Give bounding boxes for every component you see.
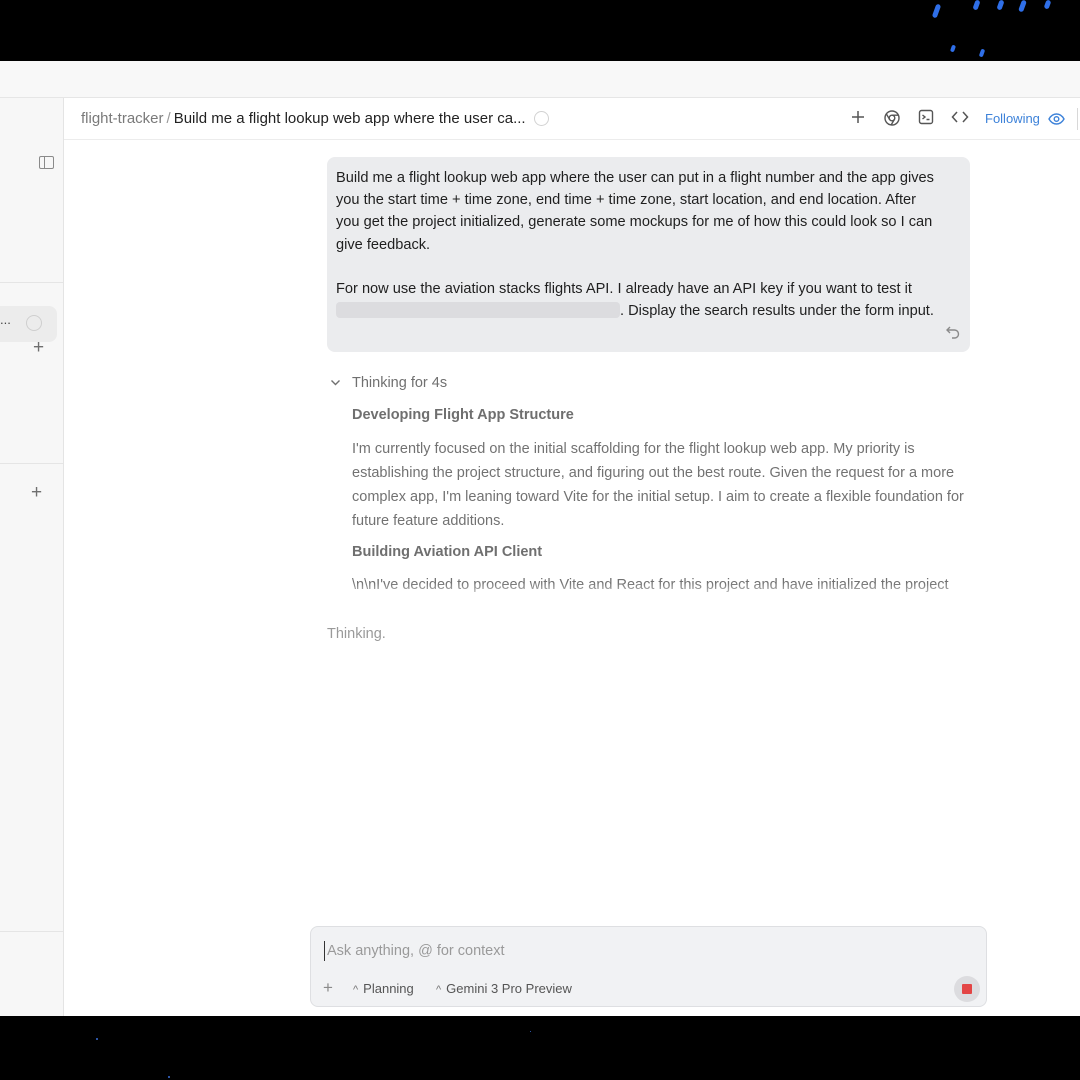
chrome-icon[interactable]: [882, 109, 902, 129]
mode-label: Planning: [363, 981, 414, 996]
stop-icon: [962, 984, 972, 994]
sidebar-item-label: ...: [0, 312, 11, 327]
thinking-toggle[interactable]: Thinking for 4s: [330, 375, 447, 391]
wallpaper-stroke: [996, 0, 1005, 11]
user-message-paragraph: Build me a flight lookup web app where t…: [336, 170, 934, 253]
thought-heading: Building Aviation API Client: [352, 544, 543, 560]
breadcrumb-separator: /: [166, 110, 171, 127]
undo-icon[interactable]: [945, 324, 961, 340]
wallpaper-stroke: [978, 48, 986, 58]
add-context-plus-icon[interactable]: +: [323, 979, 333, 996]
app-window: + ... + flight-tracker / Build me a flight…: [0, 61, 1080, 1016]
breadcrumb: flight-tracker / Build me a flight lookup …: [81, 110, 549, 127]
loading-spinner-icon: [533, 111, 549, 126]
sidebar-item-active-conversation[interactable]: ...: [0, 306, 57, 342]
wallpaper-dot: [530, 1031, 531, 1032]
redacted-api-key: [336, 302, 620, 319]
chat-input[interactable]: [324, 941, 884, 961]
wallpaper-dot: [168, 1076, 170, 1078]
conversation-title: Build me a flight lookup web app where t…: [173, 110, 526, 127]
wallpaper-dot: [96, 1038, 98, 1040]
user-message-bubble: Build me a flight lookup web app where t…: [327, 157, 970, 352]
user-message-paragraph: For now use the aviation stacks flights …: [336, 278, 940, 322]
header-divider: [1077, 108, 1078, 130]
thought-body: I'm currently focused on the initial sca…: [352, 441, 964, 529]
eye-icon: [1047, 112, 1065, 129]
model-selector[interactable]: ^ Gemini 3 Pro Preview: [436, 981, 572, 996]
sidebar: + ... +: [0, 98, 64, 1016]
plus-icon[interactable]: [848, 109, 868, 129]
thinking-label: Thinking for 4s: [352, 375, 448, 391]
thought-body-faded: \n\nI've decided to proceed with Vite an…: [352, 573, 968, 607]
model-label: Gemini 3 Pro Preview: [446, 981, 572, 996]
chevron-down-icon: [330, 375, 342, 391]
code-icon[interactable]: [950, 109, 970, 129]
chevron-up-icon: ^: [353, 984, 359, 996]
following-toggle[interactable]: Following: [985, 111, 1065, 129]
new-workspace-plus-icon[interactable]: +: [31, 483, 42, 502]
wallpaper-stroke: [972, 0, 981, 11]
sidebar-toggle-icon[interactable]: [39, 156, 54, 169]
loading-spinner-icon: [26, 315, 42, 331]
sidebar-divider: [0, 463, 63, 464]
thought-heading: Developing Flight App Structure: [352, 407, 574, 423]
sidebar-divider: [0, 282, 63, 283]
thinking-status: Thinking.: [327, 626, 386, 642]
chevron-up-icon: ^: [436, 984, 442, 996]
wallpaper-stroke: [931, 3, 942, 19]
user-message-text: . Display the search results under the f…: [620, 303, 934, 320]
wallpaper-stroke: [949, 44, 957, 53]
composer: + ^ Planning ^ Gemini 3 Pro Preview: [310, 926, 987, 1007]
mode-selector[interactable]: ^ Planning: [353, 981, 414, 996]
window-titlebar: [0, 61, 1080, 98]
breadcrumb-project[interactable]: flight-tracker: [81, 110, 164, 127]
following-label: Following: [985, 111, 1040, 126]
terminal-icon[interactable]: [916, 109, 936, 129]
thought-body: \n\nI've decided to proceed with Vite an…: [352, 577, 949, 607]
wallpaper-stroke: [1043, 0, 1052, 10]
sidebar-divider: [0, 931, 63, 932]
wallpaper-stroke: [1018, 0, 1027, 13]
user-message-text: For now use the aviation stacks flights …: [336, 280, 912, 297]
conversation-header: flight-tracker / Build me a flight lookup …: [64, 98, 1080, 140]
stop-generation-button[interactable]: [954, 976, 980, 1002]
